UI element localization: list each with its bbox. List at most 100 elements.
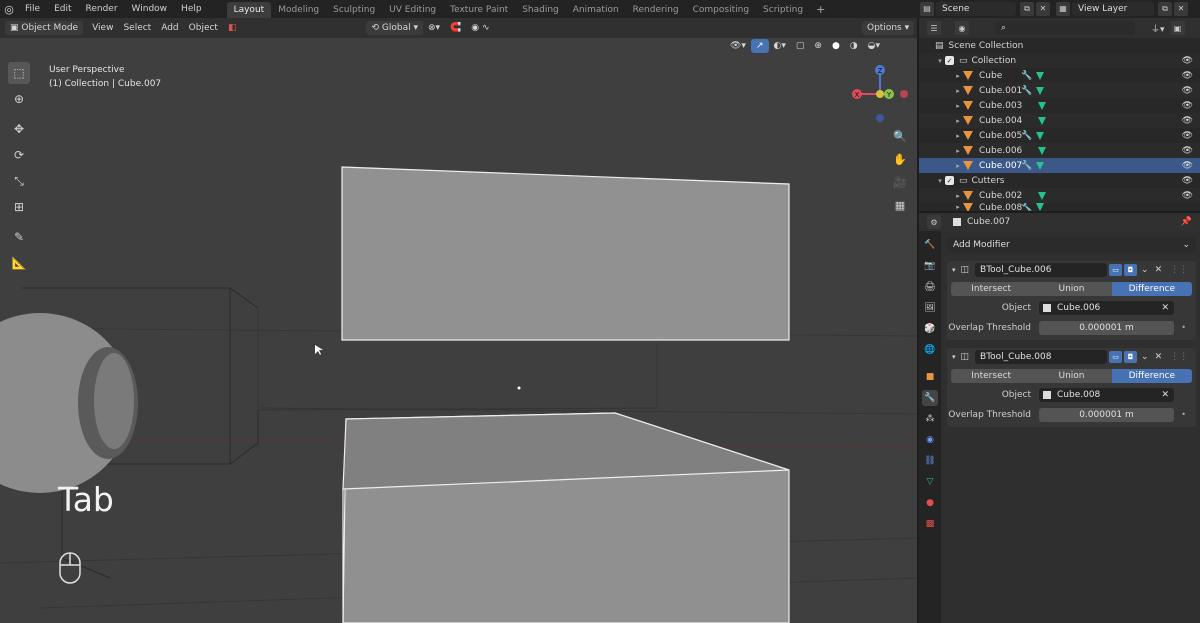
- eye-icon[interactable]: 👁: [1182, 146, 1193, 156]
- keyframe-dot-icon[interactable]: •: [1181, 410, 1186, 419]
- render-tab-icon[interactable]: 📷: [922, 258, 938, 274]
- clear-object-icon[interactable]: ✕: [1161, 390, 1169, 400]
- menu-edit[interactable]: Edit: [47, 0, 78, 18]
- menu-file[interactable]: File: [18, 0, 47, 18]
- gizmo-toggle-icon[interactable]: ↗: [750, 39, 769, 53]
- expand-arrow-icon[interactable]: ▾: [935, 57, 945, 65]
- pin-icon[interactable]: 📌: [1181, 217, 1192, 227]
- cursor-tool-icon[interactable]: ⊕: [8, 88, 30, 110]
- eye-icon[interactable]: 👁: [1182, 131, 1193, 141]
- expand-arrow-icon[interactable]: ▸: [953, 102, 963, 110]
- proportional-edit-icon[interactable]: ◉ ∿: [466, 21, 494, 35]
- outliner-row-cutters[interactable]: ▾ ✓ ▭ Cutters 👁: [919, 173, 1200, 188]
- modifier-name-field[interactable]: BTool_Cube.008: [975, 350, 1108, 364]
- tab-layout[interactable]: Layout: [226, 2, 272, 18]
- tab-scripting[interactable]: Scripting: [756, 2, 810, 18]
- modifier-menu-icon[interactable]: ⌄: [1141, 352, 1149, 362]
- op-intersect-button[interactable]: Intersect: [951, 369, 1032, 383]
- outliner-row-object[interactable]: ▸ Cube.006 👁: [919, 143, 1200, 158]
- eye-icon[interactable]: 👁: [1182, 161, 1193, 171]
- scene-icon[interactable]: ▤: [920, 1, 934, 16]
- close-view-layer-icon[interactable]: ✕: [1174, 1, 1188, 16]
- constraints-tab-icon[interactable]: ⛓: [922, 453, 938, 469]
- rendered-shading-icon[interactable]: ◒▾: [863, 39, 885, 53]
- tab-texture-paint[interactable]: Texture Paint: [443, 2, 515, 18]
- eye-icon[interactable]: 👁: [1182, 71, 1193, 81]
- transform-orientation[interactable]: ⟲ Global ▾: [366, 21, 423, 35]
- camera-view-icon[interactable]: 🎥: [890, 172, 910, 192]
- expand-arrow-icon[interactable]: ▸: [953, 87, 963, 95]
- show-in-viewport-icon[interactable]: ▭: [1109, 264, 1123, 276]
- expand-arrow-icon[interactable]: ▸: [953, 162, 963, 170]
- output-tab-icon[interactable]: 🖨: [922, 279, 938, 295]
- menu-select[interactable]: Select: [118, 21, 156, 35]
- object-tab-icon[interactable]: ■: [922, 369, 938, 385]
- mode-selector[interactable]: ▣ Object Mode: [5, 21, 84, 35]
- view-layer-tab-icon[interactable]: 🖼: [922, 300, 938, 316]
- expand-arrow-icon[interactable]: ▸: [953, 203, 963, 211]
- material-tab-icon[interactable]: ●: [922, 495, 938, 511]
- material-shading-icon[interactable]: ◑: [845, 39, 863, 53]
- show-in-render-icon[interactable]: ◘: [1124, 351, 1138, 363]
- modifier-tab-icon[interactable]: 🔧: [922, 390, 938, 406]
- copy-scene-icon[interactable]: ⧉: [1020, 1, 1034, 16]
- eye-icon[interactable]: 👁: [1182, 176, 1193, 186]
- expand-arrow-icon[interactable]: ▸: [953, 192, 963, 200]
- wireframe-shading-icon[interactable]: ⊕: [809, 39, 827, 53]
- tab-rendering[interactable]: Rendering: [626, 2, 686, 18]
- select-tool-icon[interactable]: ⬚: [8, 62, 30, 84]
- pivot-icon[interactable]: ⊗▾: [423, 21, 445, 35]
- modifier-menu-icon[interactable]: ⌄: [1141, 265, 1149, 275]
- expand-arrow-icon[interactable]: ▸: [953, 72, 963, 80]
- xray-icon[interactable]: ▢: [791, 39, 810, 53]
- annotate-tool-icon[interactable]: ✎: [8, 226, 30, 248]
- remove-modifier-icon[interactable]: ✕: [1155, 352, 1163, 362]
- scene-field[interactable]: Scene: [936, 1, 1016, 16]
- navigation-gizmo[interactable]: Z X Y: [848, 62, 912, 126]
- op-intersect-button[interactable]: Intersect: [951, 282, 1032, 296]
- view-layer-icon[interactable]: ▦: [1056, 1, 1070, 16]
- eye-icon[interactable]: 👁: [1182, 191, 1193, 201]
- show-in-render-icon[interactable]: ◘: [1124, 264, 1138, 276]
- copy-view-layer-icon[interactable]: ⧉: [1158, 1, 1172, 16]
- outliner-row-object[interactable]: ▸ Cube.003 👁: [919, 98, 1200, 113]
- tab-shading[interactable]: Shading: [515, 2, 566, 18]
- new-collection-icon[interactable]: ▣: [1170, 21, 1185, 35]
- move-tool-icon[interactable]: ✥: [8, 118, 30, 140]
- outliner-editor-icon[interactable]: ☰: [927, 21, 941, 35]
- remove-modifier-icon[interactable]: ✕: [1155, 265, 1163, 275]
- data-tab-icon[interactable]: ▽: [922, 474, 938, 490]
- expand-arrow-icon[interactable]: ▸: [953, 132, 963, 140]
- scene-tab-icon[interactable]: 🎲: [922, 321, 938, 337]
- overlap-threshold-field[interactable]: 0.000001 m: [1039, 320, 1174, 335]
- zoom-icon[interactable]: 🔍: [890, 126, 910, 146]
- overlay-icon[interactable]: ◐▾: [769, 39, 791, 53]
- menu-object[interactable]: Object: [184, 21, 223, 35]
- checkbox-icon[interactable]: ✓: [945, 176, 954, 185]
- scale-tool-icon[interactable]: ⤡: [8, 170, 30, 192]
- object-field[interactable]: Cube.008 ✕: [1039, 387, 1174, 402]
- outliner-row-object[interactable]: ▸ Cube.008 🔧: [919, 203, 1200, 211]
- measure-tool-icon[interactable]: 📐: [8, 252, 30, 274]
- display-mode-icon[interactable]: ◉: [955, 21, 969, 35]
- menu-add[interactable]: Add: [156, 21, 183, 35]
- tab-uv-editing[interactable]: UV Editing: [382, 2, 443, 18]
- expand-arrow-icon[interactable]: ▸: [953, 147, 963, 155]
- overlap-threshold-field[interactable]: 0.000001 m: [1039, 407, 1174, 422]
- checkbox-icon[interactable]: ✓: [945, 56, 954, 65]
- outliner-row-object[interactable]: ▸ Cube.004 👁: [919, 113, 1200, 128]
- modifier-name-field[interactable]: BTool_Cube.006: [975, 263, 1108, 277]
- blender-logo-icon[interactable]: ◎: [0, 0, 18, 18]
- drag-handle-icon[interactable]: ⋮⋮: [1170, 265, 1188, 275]
- eye-icon[interactable]: 👁: [1182, 116, 1193, 126]
- outliner-search-input[interactable]: ⌕: [995, 21, 1135, 35]
- world-tab-icon[interactable]: 🌐: [922, 342, 938, 358]
- expand-arrow-icon[interactable]: ▸: [953, 117, 963, 125]
- object-extra-icon[interactable]: ◧: [223, 21, 242, 35]
- transform-tool-icon[interactable]: ⊞: [8, 196, 30, 218]
- particles-tab-icon[interactable]: ⁂: [922, 411, 938, 427]
- texture-tab-icon[interactable]: ▩: [922, 516, 938, 532]
- outliner-row-object[interactable]: ▸ Cube 🔧 👁: [919, 68, 1200, 83]
- menu-help[interactable]: Help: [174, 0, 209, 18]
- 3d-viewport[interactable]: ▣ Object Mode View Select Add Object ◧ ⟲…: [0, 18, 917, 623]
